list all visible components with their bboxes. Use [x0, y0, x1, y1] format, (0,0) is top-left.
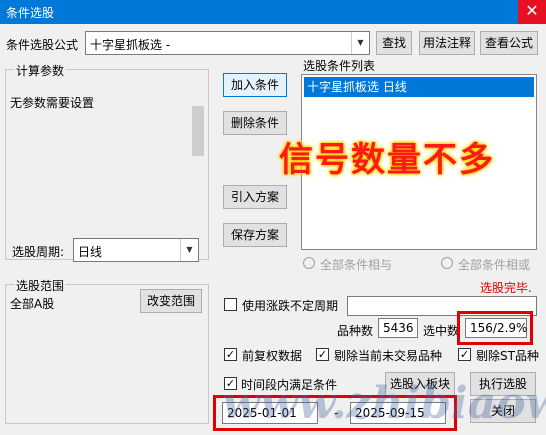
window-title: 条件选股 — [6, 6, 55, 20]
view-formula-button[interactable]: 查看公式 — [480, 31, 538, 55]
find-button[interactable]: 查找 — [376, 31, 412, 55]
import-plan-button[interactable]: 引入方案 — [223, 185, 287, 209]
chevron-down-icon[interactable]: ▼ — [180, 239, 198, 261]
fq-checkbox[interactable]: ✓ — [224, 348, 237, 361]
exclude-untraded-checkbox[interactable]: ✓ — [316, 348, 329, 361]
highlight-box-count — [457, 311, 533, 345]
watermark: www.zhibiaow.com — [222, 378, 546, 429]
or-radio-label: 全部条件相或 — [458, 258, 531, 272]
status-text: 选股完毕. — [480, 281, 532, 295]
period-select[interactable]: 日线 ▼ — [73, 238, 199, 262]
formula-select-value: 十字星抓板选 - — [90, 38, 171, 52]
period-select-value: 日线 — [78, 245, 103, 259]
close-window-button[interactable]: ✕ — [518, 0, 546, 24]
title-bar: 条件选股 ✕ — [0, 0, 546, 24]
add-condition-button[interactable]: 加入条件 — [223, 73, 287, 97]
usage-button[interactable]: 用法注释 — [419, 31, 475, 55]
uncertain-period-checkbox[interactable] — [224, 298, 237, 311]
save-plan-button[interactable]: 保存方案 — [223, 223, 287, 247]
params-scrollbar[interactable] — [190, 78, 206, 210]
chevron-down-icon[interactable]: ▼ — [351, 32, 369, 54]
fq-label: 前复权数据 — [242, 349, 303, 363]
and-radio[interactable] — [303, 257, 315, 269]
overlay-annotation: 信号数量不多 — [279, 140, 495, 180]
total-count-value: 5436 — [378, 318, 418, 338]
or-radio[interactable] — [441, 257, 453, 269]
range-legend: 选股范围 — [14, 277, 67, 294]
total-count-label: 品种数 — [337, 324, 374, 338]
params-scrollbar-thumb[interactable] — [192, 106, 204, 156]
formula-select[interactable]: 十字星抓板选 - ▼ — [85, 31, 370, 55]
exclude-untraded-label: 剔除当前未交易品种 — [334, 349, 443, 363]
calc-params-legend: 计算参数 — [14, 62, 67, 79]
close-icon: ✕ — [525, 1, 539, 20]
calc-params-text: 无参数需要设置 — [10, 96, 95, 110]
delete-condition-button[interactable]: 删除条件 — [223, 111, 287, 135]
selected-count-label: 选中数 — [423, 324, 460, 338]
and-radio-label: 全部条件相与 — [320, 258, 393, 272]
exclude-st-label: 剔除ST品种 — [476, 349, 539, 363]
range-value: 全部A股 — [10, 297, 55, 311]
formula-label: 条件选股公式 — [6, 38, 79, 52]
period-label: 选股周期: — [12, 245, 65, 259]
exclude-st-checkbox[interactable]: ✓ — [458, 348, 471, 361]
uncertain-period-label: 使用涨跌不定周期 — [242, 299, 339, 313]
change-range-button[interactable]: 改变范围 — [140, 289, 202, 313]
condition-list-item[interactable]: 十字星抓板选 日线 — [304, 77, 534, 97]
condition-list-label: 选股条件列表 — [303, 59, 376, 73]
